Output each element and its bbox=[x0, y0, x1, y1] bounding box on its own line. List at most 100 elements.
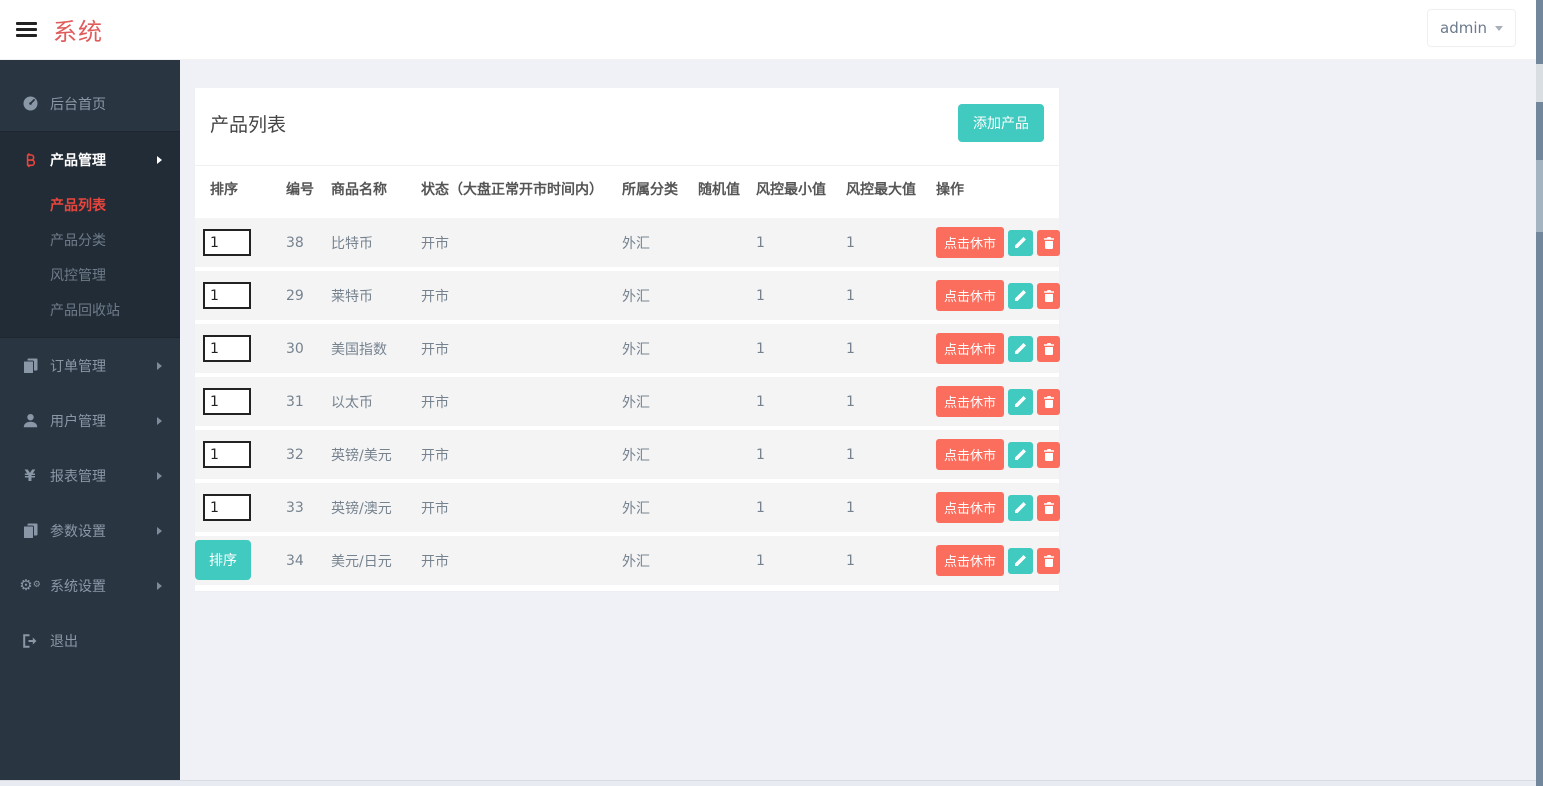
edit-button[interactable] bbox=[1008, 441, 1034, 468]
sidebar-subitem-risk-mgmt[interactable]: 风控管理 bbox=[0, 257, 180, 292]
table-row: 32 英镑/美元 开市 外汇 1 1 点击休市 bbox=[195, 430, 1061, 479]
brand-logo: 系统 bbox=[53, 18, 103, 46]
vertical-scrollbar[interactable] bbox=[1536, 0, 1543, 786]
trash-icon bbox=[1043, 448, 1054, 461]
edit-button[interactable] bbox=[1008, 335, 1034, 362]
col-category: 所属分类 bbox=[614, 165, 690, 214]
sidebar-item-param-settings[interactable]: 参数设置 bbox=[0, 503, 180, 558]
cell-name: 美国指数 bbox=[331, 341, 387, 358]
cell-category: 外汇 bbox=[622, 394, 650, 411]
trash-icon bbox=[1043, 236, 1054, 249]
edit-button[interactable] bbox=[1008, 547, 1034, 574]
cell-risk-min: 1 bbox=[756, 393, 765, 410]
sort-submit-button[interactable]: 排序 bbox=[195, 540, 251, 580]
sidebar-item-order-mgmt[interactable]: 订单管理 bbox=[0, 338, 180, 393]
cell-risk-max: 1 bbox=[846, 287, 855, 304]
col-sort: 排序 bbox=[195, 165, 278, 214]
sidebar-item-label: 订单管理 bbox=[50, 358, 106, 375]
sort-input[interactable] bbox=[203, 494, 251, 521]
chevron-right-icon bbox=[157, 581, 162, 590]
table-row: 34 美元/日元 开市 外汇 1 1 点击休市 bbox=[195, 536, 1061, 585]
close-market-button[interactable]: 点击休市 bbox=[936, 333, 1005, 364]
scrollbar-segment bbox=[1536, 160, 1543, 232]
gears-icon: ⚙ ⚙ bbox=[19, 576, 41, 594]
cell-id: 31 bbox=[286, 393, 304, 410]
close-market-button[interactable]: 点击休市 bbox=[936, 492, 1005, 523]
sort-input[interactable] bbox=[203, 229, 251, 256]
delete-button[interactable] bbox=[1037, 494, 1061, 521]
trash-icon bbox=[1043, 289, 1054, 302]
cell-id: 33 bbox=[286, 499, 304, 516]
sidebar-group-product-mgmt: 产品管理 产品列表 产品分类 风控管理 产品回收站 bbox=[0, 131, 180, 338]
sort-input[interactable] bbox=[203, 282, 251, 309]
cell-risk-max: 1 bbox=[846, 552, 855, 569]
user-menu-button[interactable]: admin bbox=[1427, 9, 1516, 47]
delete-button[interactable] bbox=[1037, 547, 1061, 574]
close-market-button[interactable]: 点击休市 bbox=[936, 545, 1005, 576]
trash-icon bbox=[1043, 554, 1054, 567]
cell-risk-max: 1 bbox=[846, 446, 855, 463]
sidebar-subitem-product-list[interactable]: 产品列表 bbox=[0, 187, 180, 222]
user-menu-label: admin bbox=[1440, 19, 1487, 37]
delete-button[interactable] bbox=[1037, 335, 1061, 362]
cell-category: 外汇 bbox=[622, 447, 650, 464]
sidebar-subitem-product-category[interactable]: 产品分类 bbox=[0, 222, 180, 257]
pencil-icon bbox=[1015, 237, 1027, 248]
sort-input[interactable] bbox=[203, 335, 251, 362]
cell-id: 32 bbox=[286, 446, 304, 463]
hamburger-menu-icon[interactable] bbox=[16, 19, 37, 40]
sidebar-item-system-settings[interactable]: ⚙ ⚙ 系统设置 bbox=[0, 558, 180, 613]
signout-icon bbox=[20, 633, 40, 648]
close-market-button[interactable]: 点击休市 bbox=[936, 227, 1005, 258]
cell-name: 英镑/美元 bbox=[331, 447, 392, 464]
edit-button[interactable] bbox=[1008, 388, 1034, 415]
cell-category: 外汇 bbox=[622, 288, 650, 305]
table-row: 29 莱特币 开市 外汇 1 1 点击休市 bbox=[195, 271, 1061, 320]
sidebar-item-label: 系统设置 bbox=[50, 578, 106, 595]
close-market-button[interactable]: 点击休市 bbox=[936, 439, 1005, 470]
yen-icon: ¥ bbox=[24, 466, 36, 485]
sort-input[interactable] bbox=[203, 441, 251, 468]
table-row: 33 英镑/澳元 开市 外汇 1 1 点击休市 bbox=[195, 483, 1061, 532]
cell-id: 29 bbox=[286, 287, 304, 304]
cell-name: 莱特币 bbox=[331, 288, 373, 305]
cell-status: 开市 bbox=[421, 394, 449, 411]
horizontal-scrollbar[interactable] bbox=[0, 780, 1543, 786]
close-market-button[interactable]: 点击休市 bbox=[936, 386, 1005, 417]
sidebar-item-dashboard[interactable]: 后台首页 bbox=[0, 76, 180, 131]
col-name: 商品名称 bbox=[323, 165, 413, 214]
sidebar-item-label: 参数设置 bbox=[50, 523, 106, 540]
sort-input[interactable] bbox=[203, 388, 251, 415]
edit-button[interactable] bbox=[1008, 494, 1034, 521]
sidebar-subitem-product-recycle[interactable]: 产品回收站 bbox=[0, 292, 180, 327]
cell-category: 外汇 bbox=[622, 500, 650, 517]
sidebar-item-product-mgmt[interactable]: 产品管理 bbox=[0, 132, 180, 187]
col-status: 状态（大盘正常开市时间内） bbox=[413, 165, 614, 214]
cell-risk-max: 1 bbox=[846, 234, 855, 251]
top-bar: 系统 admin bbox=[0, 0, 1536, 60]
cell-id: 34 bbox=[286, 552, 304, 569]
cell-status: 开市 bbox=[421, 447, 449, 464]
sidebar-item-logout[interactable]: 退出 bbox=[0, 613, 180, 668]
page-title: 产品列表 bbox=[210, 113, 287, 136]
sidebar-item-user-mgmt[interactable]: 用户管理 bbox=[0, 393, 180, 448]
pencil-icon bbox=[1015, 502, 1027, 513]
delete-button[interactable] bbox=[1037, 441, 1061, 468]
pencil-icon bbox=[1015, 343, 1027, 354]
delete-button[interactable] bbox=[1037, 229, 1061, 256]
add-product-button[interactable]: 添加产品 bbox=[958, 104, 1044, 142]
cell-random bbox=[690, 536, 748, 585]
edit-button[interactable] bbox=[1008, 282, 1034, 309]
close-market-button[interactable]: 点击休市 bbox=[936, 280, 1005, 311]
delete-button[interactable] bbox=[1037, 388, 1061, 415]
sidebar-item-report-mgmt[interactable]: ¥ 报表管理 bbox=[0, 448, 180, 503]
delete-button[interactable] bbox=[1037, 282, 1061, 309]
pencil-icon bbox=[1015, 555, 1027, 566]
cell-risk-max: 1 bbox=[846, 340, 855, 357]
files-icon bbox=[20, 358, 40, 374]
cell-random bbox=[690, 430, 748, 479]
cell-risk-min: 1 bbox=[756, 287, 765, 304]
cell-status: 开市 bbox=[421, 341, 449, 358]
edit-button[interactable] bbox=[1008, 229, 1034, 256]
scrollbar-thumb[interactable] bbox=[1536, 64, 1543, 102]
